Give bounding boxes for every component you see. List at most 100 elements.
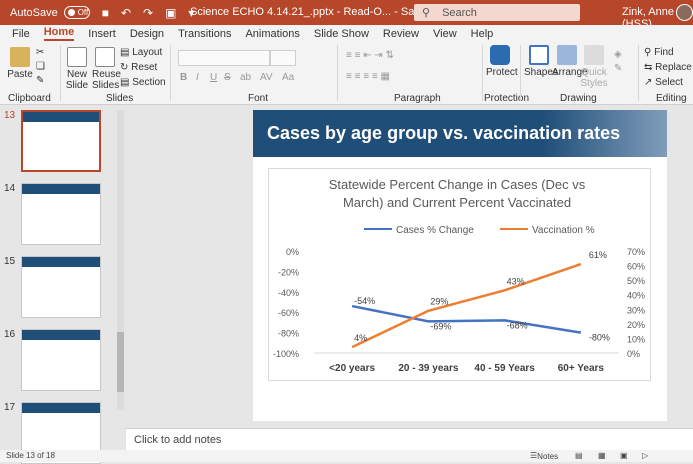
thumbnail-number: 17 — [4, 402, 16, 413]
select-button[interactable]: ↗ Select — [644, 77, 683, 88]
tab-insert[interactable]: Insert — [88, 28, 116, 41]
data-label: 4% — [354, 333, 367, 343]
data-label: 29% — [430, 297, 448, 307]
bold-button[interactable]: B — [180, 72, 187, 83]
y-right-tick: 70% — [627, 247, 645, 257]
find-button[interactable]: ⚲ Find — [644, 47, 674, 58]
save-icon[interactable]: ■ — [102, 6, 109, 20]
notes-button[interactable]: ☰ Notes — [530, 451, 558, 461]
change-case-button[interactable]: Aa — [282, 72, 294, 83]
font-name-select[interactable] — [178, 50, 270, 66]
copy-icon[interactable]: ❏ — [36, 61, 45, 72]
y-left-tick: -80% — [278, 329, 299, 339]
slide-thumbnail[interactable] — [21, 183, 101, 245]
layout-button[interactable]: ▤ Layout — [120, 47, 162, 58]
y-left-tick: -100% — [273, 349, 299, 359]
reset-button[interactable]: ↻ Reset — [120, 62, 157, 73]
bullets-icon[interactable]: ≡ ≡ ⇤ ⇥ ⇅ — [346, 50, 394, 61]
search-input[interactable]: ⚲ Search — [414, 4, 580, 21]
y-left-tick: 0% — [286, 247, 299, 257]
x-tick-label: 20 - 39 years — [398, 363, 458, 374]
y-right-tick: 60% — [627, 262, 645, 272]
quick-styles-icon — [584, 45, 604, 65]
present-icon[interactable]: ▣ — [165, 6, 176, 20]
legend-label: Vaccination % — [532, 225, 595, 236]
shield-icon — [490, 45, 510, 65]
slide-thumbnail[interactable] — [21, 256, 101, 318]
char-spacing-button[interactable]: AV — [260, 72, 273, 83]
slide-count: Slide 13 of 18 — [6, 451, 55, 460]
protection-group-label: Protection — [484, 93, 530, 104]
autosave-toggle[interactable]: Off — [63, 6, 90, 19]
slide-thumbnail[interactable] — [21, 110, 101, 172]
y-right-tick: 0% — [627, 349, 640, 359]
shape-fill-icon[interactable]: ◈ — [614, 49, 622, 60]
avatar[interactable] — [676, 4, 693, 21]
arrange-icon — [557, 45, 577, 65]
notes-pane[interactable]: Click to add notes — [126, 428, 693, 450]
y-right-tick: 20% — [627, 320, 645, 330]
series-line — [351, 304, 582, 334]
tab-transitions[interactable]: Transitions — [178, 28, 231, 41]
shadow-button[interactable]: ab — [240, 72, 251, 83]
data-label: 61% — [589, 250, 607, 260]
x-tick-label: <20 years — [329, 363, 375, 374]
reuse-slides-icon — [95, 47, 115, 67]
view-normal-icon[interactable]: ▤ — [575, 451, 583, 460]
thumbnails-scrollbar[interactable] — [117, 110, 124, 410]
paste-button[interactable]: Paste — [6, 47, 34, 80]
view-reading-icon[interactable]: ▣ — [620, 451, 628, 460]
format-painter-icon[interactable]: ✎ — [36, 75, 44, 86]
thumbnail-number: 16 — [4, 329, 16, 340]
quick-styles-button[interactable]: Quick Styles — [580, 45, 608, 89]
shape-outline-icon[interactable]: ✎ — [614, 63, 622, 74]
reuse-slides-button[interactable]: Reuse Slides — [92, 47, 121, 91]
tab-slide-show[interactable]: Slide Show — [314, 28, 369, 41]
tab-review[interactable]: Review — [383, 28, 419, 41]
data-label: 43% — [507, 276, 525, 286]
slide-thumbnail[interactable] — [21, 329, 101, 391]
section-button[interactable]: ▤ Section — [120, 77, 166, 88]
autosave-label: AutoSave — [10, 6, 58, 19]
undo-icon[interactable]: ↶ — [121, 6, 131, 20]
cut-icon[interactable]: ✂ — [36, 47, 44, 58]
underline-button[interactable]: U — [210, 72, 217, 83]
y-left-tick: -60% — [278, 308, 299, 318]
slide-thumbnails-pane: 13 14 15 16 17 — [0, 105, 126, 464]
view-sorter-icon[interactable]: ▦ — [598, 451, 606, 460]
strikethrough-button[interactable]: S — [224, 72, 231, 83]
font-size-select[interactable] — [270, 50, 296, 66]
tab-file[interactable]: File — [12, 28, 30, 41]
thumbnail-number: 13 — [4, 110, 16, 121]
align-icons[interactable]: ≡ ≡ ≡ ≡ ▦ — [346, 71, 390, 82]
replace-button[interactable]: ⇆ Replace — [644, 62, 692, 73]
new-slide-button[interactable]: New Slide — [64, 47, 90, 91]
current-slide[interactable]: Cases by age group vs. vaccination rates… — [253, 110, 667, 421]
thumbnail-number: 15 — [4, 256, 16, 267]
tab-view[interactable]: View — [433, 28, 457, 41]
shapes-icon — [529, 45, 549, 65]
tab-help[interactable]: Help — [471, 28, 494, 41]
data-label: -54% — [354, 296, 375, 306]
chart[interactable]: Statewide Percent Change in Cases (Dec v… — [268, 168, 651, 381]
shapes-button[interactable]: Shapes — [524, 45, 558, 78]
clipboard-group-label: Clipboard — [8, 93, 51, 104]
arrange-button[interactable]: Arrange — [552, 45, 588, 78]
italic-button[interactable]: I — [196, 72, 199, 83]
chart-svg: Statewide Percent Change in Cases (Dec v… — [273, 177, 645, 374]
view-slideshow-icon[interactable]: ▷ — [642, 451, 648, 460]
x-tick-label: 60+ Years — [558, 363, 605, 374]
tab-animations[interactable]: Animations — [245, 28, 299, 41]
redo-icon[interactable]: ↷ — [143, 6, 153, 20]
data-label: -69% — [430, 321, 451, 331]
data-label: -68% — [507, 320, 528, 330]
title-bar: AutoSave Off ■ ↶ ↷ ▣ ▾ Science ECHO 4.14… — [0, 0, 693, 30]
tab-design[interactable]: Design — [130, 28, 164, 41]
protect-button[interactable]: Protect — [486, 45, 518, 78]
tab-home[interactable]: Home — [43, 26, 75, 41]
y-left-tick: -40% — [278, 288, 299, 298]
legend-label: Cases % Change — [396, 225, 474, 236]
slide-title[interactable]: Cases by age group vs. vaccination rates — [253, 110, 667, 157]
editing-group-label: Editing — [656, 93, 687, 104]
y-left-tick: -20% — [278, 267, 299, 277]
